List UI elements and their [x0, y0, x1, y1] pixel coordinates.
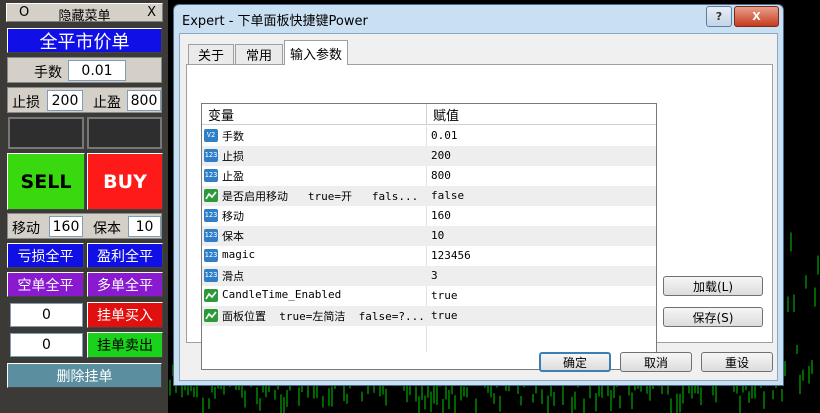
param-row[interactable]: 123 止损 200 — [202, 146, 656, 166]
close-profitable-button[interactable]: 盈利全平 — [87, 243, 163, 268]
cancel-button[interactable]: 取消 — [620, 352, 692, 372]
param-name: 保本 — [222, 230, 244, 243]
pending-sell-button[interactable]: 挂单卖出 — [87, 332, 163, 358]
boolean-type-icon — [204, 289, 218, 302]
close-longs-button[interactable]: 多单全平 — [87, 272, 163, 297]
param-value[interactable]: 3 — [431, 269, 438, 282]
boolean-type-icon — [204, 309, 218, 322]
save-button[interactable]: 保存(S) — [663, 307, 763, 327]
param-value[interactable]: 200 — [431, 149, 451, 162]
sl-label: 止损 — [12, 95, 40, 111]
column-header-value[interactable]: 赋值 — [426, 104, 656, 125]
tp-input[interactable]: 800 — [127, 90, 161, 111]
lots-label: 手数 — [34, 65, 62, 81]
sell-price-display — [8, 117, 84, 149]
param-value[interactable]: 800 — [431, 169, 451, 182]
buy-button[interactable]: BUY — [87, 153, 163, 210]
param-name: 滑点 — [222, 270, 244, 283]
close-button[interactable]: X — [734, 6, 779, 27]
param-name: 止损 — [222, 150, 244, 163]
inputs-tab-panel: 变量 赋值 V2 手数 0.01 123 止损 200 123 止盈 800 是否启用移动 tru… — [186, 64, 773, 370]
sl-input[interactable]: 200 — [47, 90, 83, 111]
expert-properties-dialog: Expert - 下单面板快捷键Power ? X 关于 常用 输入参数 变量 … — [173, 4, 784, 386]
close-shorts-button[interactable]: 空单全平 — [7, 272, 84, 297]
param-row[interactable]: 面板位置 true=左简洁 false=?... true — [202, 306, 656, 326]
param-value[interactable]: 0.01 — [431, 129, 458, 142]
integer-type-icon: 123 — [204, 169, 218, 182]
param-name: 止盈 — [222, 170, 244, 183]
column-header-variable[interactable]: 变量 — [202, 104, 426, 125]
param-row[interactable]: 123 magic 123456 — [202, 246, 656, 266]
pending-buy-price-input[interactable]: 0 — [10, 303, 83, 327]
breakeven-input[interactable]: 10 — [128, 216, 161, 237]
sell-button[interactable]: SELL — [7, 153, 85, 210]
param-row[interactable]: 123 保本 10 — [202, 226, 656, 246]
param-row[interactable]: 123 移动 160 — [202, 206, 656, 226]
ok-button[interactable]: 确定 — [539, 352, 611, 372]
param-value[interactable]: false — [431, 189, 464, 202]
lots-input[interactable]: 0.01 — [68, 60, 126, 81]
panel-close-button[interactable]: X — [147, 5, 156, 20]
lots-row: 手数 0.01 — [7, 57, 162, 83]
param-row[interactable]: 123 滑点 3 — [202, 266, 656, 286]
param-row[interactable]: 是否启用移动 true=开 fals... false — [202, 186, 656, 206]
close-icon: X — [752, 10, 761, 23]
param-name: 手数 — [222, 130, 244, 143]
param-value[interactable]: 10 — [431, 229, 444, 242]
delete-pending-button[interactable]: 删除挂单 — [7, 363, 162, 388]
param-value[interactable]: true — [431, 309, 458, 322]
close-all-market-button[interactable]: 全平市价单 — [7, 28, 162, 53]
integer-type-icon: 123 — [204, 269, 218, 282]
pending-sell-price-input[interactable]: 0 — [10, 333, 83, 357]
param-name: 面板位置 true=左简洁 false=?... — [222, 310, 425, 323]
panel-hide-menu-button[interactable]: 隐藏菜单 — [7, 5, 162, 24]
trade-panel: O 隐藏菜单 X 全平市价单 手数 0.01 止损 200 止盈 800 SEL… — [0, 0, 168, 413]
panel-title-bar: O 隐藏菜单 X — [6, 3, 163, 24]
breakeven-label: 保本 — [93, 221, 121, 237]
param-name: CandleTime_Enabled — [222, 288, 342, 301]
tab-about[interactable]: 关于 — [188, 44, 234, 64]
param-name: 移动 — [222, 210, 244, 223]
param-row[interactable]: 123 止盈 800 — [202, 166, 656, 186]
buy-price-display — [87, 117, 162, 149]
trail-label: 移动 — [12, 221, 40, 237]
trail-be-row: 移动 160 保本 10 — [7, 213, 162, 239]
param-name: 是否启用移动 true=开 fals... — [222, 190, 419, 203]
tp-label: 止盈 — [93, 95, 121, 111]
integer-type-icon: 123 — [204, 209, 218, 222]
integer-type-icon: 123 — [204, 229, 218, 242]
integer-type-icon: 123 — [204, 249, 218, 262]
param-row[interactable]: CandleTime_Enabled true — [202, 286, 656, 306]
param-row[interactable]: V2 手数 0.01 — [202, 126, 656, 146]
dialog-title: Expert - 下单面板快捷键Power — [182, 14, 368, 29]
tab-common[interactable]: 常用 — [235, 44, 283, 64]
help-icon: ? — [715, 10, 723, 23]
double-type-icon: V2 — [204, 129, 218, 142]
dialog-client-area: 关于 常用 输入参数 变量 赋值 V2 手数 0.01 123 止损 200 123 止盈 80… — [179, 33, 778, 381]
param-value[interactable]: true — [431, 289, 458, 302]
params-table: 变量 赋值 V2 手数 0.01 123 止损 200 123 止盈 800 是否启用移动 tru… — [201, 103, 657, 370]
close-losing-button[interactable]: 亏损全平 — [7, 243, 84, 268]
param-name: magic — [222, 248, 256, 261]
param-value[interactable]: 160 — [431, 209, 451, 222]
reset-button[interactable]: 重设 — [701, 352, 773, 372]
integer-type-icon: 123 — [204, 149, 218, 162]
load-button[interactable]: 加载(L) — [663, 276, 763, 296]
trail-input[interactable]: 160 — [49, 216, 83, 237]
param-value[interactable]: 123456 — [431, 249, 471, 262]
pending-buy-button[interactable]: 挂单买入 — [87, 302, 163, 328]
tab-inputs[interactable]: 输入参数 — [284, 40, 348, 65]
boolean-type-icon — [204, 189, 218, 202]
sl-tp-row: 止损 200 止盈 800 — [7, 87, 162, 113]
help-button[interactable]: ? — [706, 6, 732, 27]
